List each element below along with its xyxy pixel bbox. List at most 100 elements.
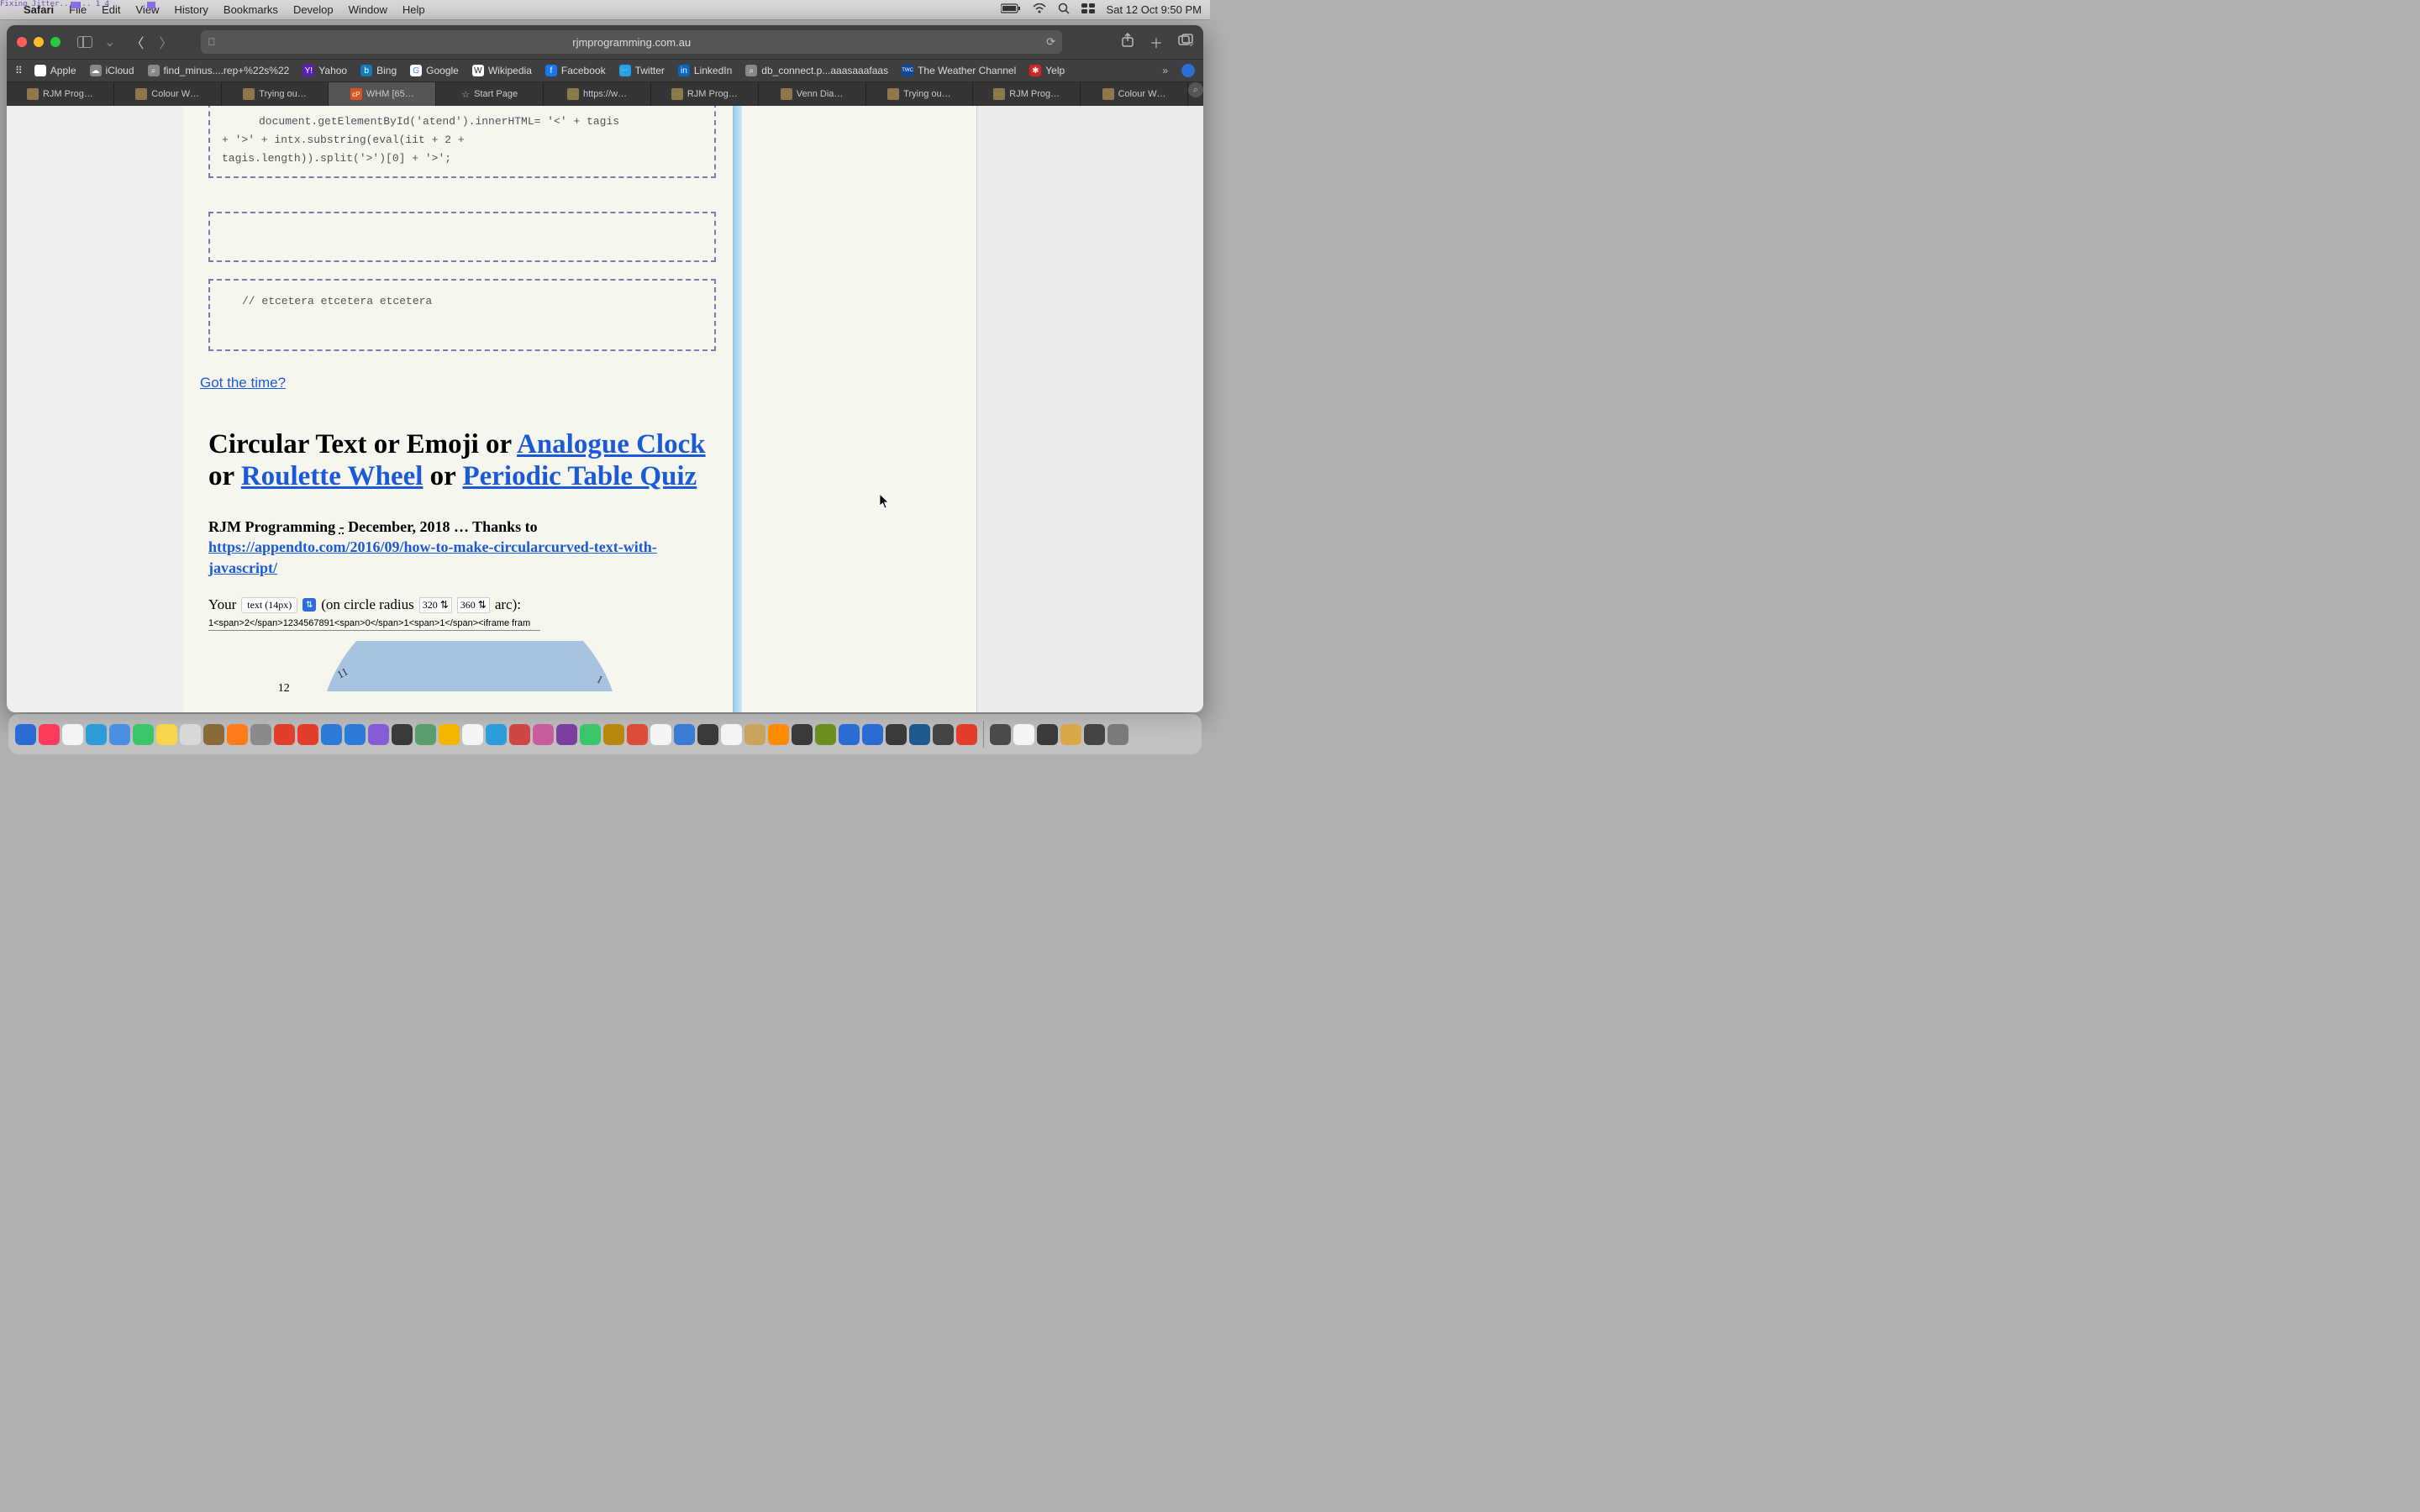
menu-bookmarks[interactable]: Bookmarks: [224, 3, 278, 16]
dock-app-40[interactable]: [956, 724, 977, 745]
tab-4[interactable]: ☆Start Page: [436, 82, 544, 106]
dock-app-6[interactable]: [156, 724, 177, 745]
close-button[interactable]: [17, 37, 27, 47]
overflow-chevron-icon[interactable]: ⌄: [1182, 34, 1200, 50]
dock-app-23[interactable]: [556, 724, 577, 745]
link-appendto[interactable]: https://appendto.com/2016/09/how-to-make…: [208, 538, 657, 575]
back-button[interactable]: 〈: [127, 32, 147, 52]
dock-app-16[interactable]: [392, 724, 413, 745]
dock-app-24[interactable]: [580, 724, 601, 745]
dock-app-2[interactable]: [62, 724, 83, 745]
control-center-icon[interactable]: [1081, 3, 1095, 16]
fav-linkedin[interactable]: inLinkedIn: [678, 65, 732, 76]
text-size-select[interactable]: text (14px): [241, 597, 297, 613]
new-tab-icon[interactable]: ＋: [1150, 32, 1163, 52]
forward-button[interactable]: 〉: [155, 32, 176, 52]
tab-0[interactable]: RJM Prog…: [7, 82, 114, 106]
fav-icloud[interactable]: ☁iCloud: [90, 65, 134, 76]
tab-7[interactable]: Venn Dia…: [759, 82, 866, 106]
dock-app-38[interactable]: [909, 724, 930, 745]
dock-app-3[interactable]: [86, 724, 107, 745]
dock-app-41[interactable]: [990, 724, 1011, 745]
tab-3[interactable]: cPWHM [65…: [329, 82, 436, 106]
dock-app-26[interactable]: [627, 724, 648, 745]
tab-9[interactable]: RJM Prog…: [973, 82, 1081, 106]
dock-app-37[interactable]: [886, 724, 907, 745]
got-the-time-link[interactable]: Got the time?: [200, 375, 716, 391]
battery-icon[interactable]: [1001, 3, 1021, 16]
tab-5[interactable]: https://w…: [544, 82, 651, 106]
dock-app-22[interactable]: [533, 724, 554, 745]
tab-10[interactable]: Colour W…: [1081, 82, 1188, 106]
share-icon[interactable]: [1121, 33, 1134, 52]
tab-2[interactable]: Trying ou…: [222, 82, 329, 106]
dock-app-25[interactable]: [603, 724, 624, 745]
link-periodic-table[interactable]: Periodic Table Quiz: [462, 461, 697, 491]
minimize-button[interactable]: [34, 37, 44, 47]
fav-facebook[interactable]: fFacebook: [545, 65, 606, 76]
fav-dbconnect[interactable]: ⌕db_connect.p...aaasaaafaas: [745, 65, 888, 76]
link-roulette-wheel[interactable]: Roulette Wheel: [241, 461, 424, 491]
dock-app-35[interactable]: [839, 724, 860, 745]
fav-apple[interactable]: Apple: [34, 65, 76, 76]
dropdown-arrows-icon[interactable]: ⇅: [302, 598, 316, 612]
fav-yahoo[interactable]: Y!Yahoo: [302, 65, 347, 76]
menu-history[interactable]: History: [174, 3, 208, 16]
dock-app-34[interactable]: [815, 724, 836, 745]
menu-window[interactable]: Window: [349, 3, 387, 16]
dock-app-7[interactable]: [180, 724, 201, 745]
link-analogue-clock[interactable]: Analogue Clock: [517, 429, 706, 459]
fav-twitter[interactable]: 🐦Twitter: [619, 65, 665, 76]
wifi-icon[interactable]: [1033, 3, 1046, 16]
menu-develop[interactable]: Develop: [293, 3, 334, 16]
dock-app-32[interactable]: [768, 724, 789, 745]
dock-app-44[interactable]: [1060, 724, 1081, 745]
dock-app-33[interactable]: [792, 724, 813, 745]
menubar-clock[interactable]: Sat 12 Oct 9:50 PM: [1107, 3, 1202, 16]
reload-icon[interactable]: ⟳: [1046, 35, 1055, 49]
tab-search-icon[interactable]: ⌕: [1188, 82, 1203, 97]
dock-app-30[interactable]: [721, 724, 742, 745]
sidebar-toggle-icon[interactable]: [77, 36, 92, 48]
tab-1[interactable]: Colour W…: [114, 82, 222, 106]
dock-app-27[interactable]: [650, 724, 671, 745]
dock-app-8[interactable]: [203, 724, 224, 745]
favorites-overflow-icon[interactable]: »: [1162, 65, 1168, 76]
dock-app-0[interactable]: [15, 724, 36, 745]
dock-app-9[interactable]: [227, 724, 248, 745]
dock-app-39[interactable]: [933, 724, 954, 745]
chevron-down-icon[interactable]: ⌄: [101, 34, 118, 50]
extension-icon[interactable]: [1181, 64, 1195, 77]
dock-app-10[interactable]: [250, 724, 271, 745]
dock-app-15[interactable]: [368, 724, 389, 745]
fav-yelp[interactable]: ✱Yelp: [1029, 65, 1065, 76]
dock-app-31[interactable]: [744, 724, 765, 745]
reader-icon[interactable]: 􀉆: [208, 36, 215, 48]
dock-app-13[interactable]: [321, 724, 342, 745]
dock-app-29[interactable]: [697, 724, 718, 745]
menu-help[interactable]: Help: [402, 3, 425, 16]
fav-wikipedia[interactable]: WWikipedia: [472, 65, 532, 76]
dock-app-19[interactable]: [462, 724, 483, 745]
dock-app-11[interactable]: [274, 724, 295, 745]
dock-app-45[interactable]: [1084, 724, 1105, 745]
fav-bing[interactable]: bBing: [360, 65, 397, 76]
dock-app-1[interactable]: [39, 724, 60, 745]
span-text-input[interactable]: [208, 617, 540, 631]
apps-grid-icon[interactable]: ⠿: [15, 65, 21, 76]
dock-app-14[interactable]: [345, 724, 366, 745]
fav-findminus[interactable]: ⌕find_minus....rep+%22s%22: [148, 65, 290, 76]
dock-app-21[interactable]: [509, 724, 530, 745]
dock-app-18[interactable]: [439, 724, 460, 745]
dock-app-5[interactable]: [133, 724, 154, 745]
dock-app-36[interactable]: [862, 724, 883, 745]
dock-app-46[interactable]: [1107, 724, 1128, 745]
dock-app-4[interactable]: [109, 724, 130, 745]
zoom-button[interactable]: [50, 37, 60, 47]
arc-input[interactable]: 360 ⇅: [457, 597, 490, 613]
spotlight-icon[interactable]: [1058, 3, 1070, 17]
fav-weather[interactable]: TWCThe Weather Channel: [902, 65, 1016, 76]
dock-app-17[interactable]: [415, 724, 436, 745]
tab-6[interactable]: RJM Prog…: [651, 82, 759, 106]
fav-google[interactable]: GGoogle: [410, 65, 459, 76]
